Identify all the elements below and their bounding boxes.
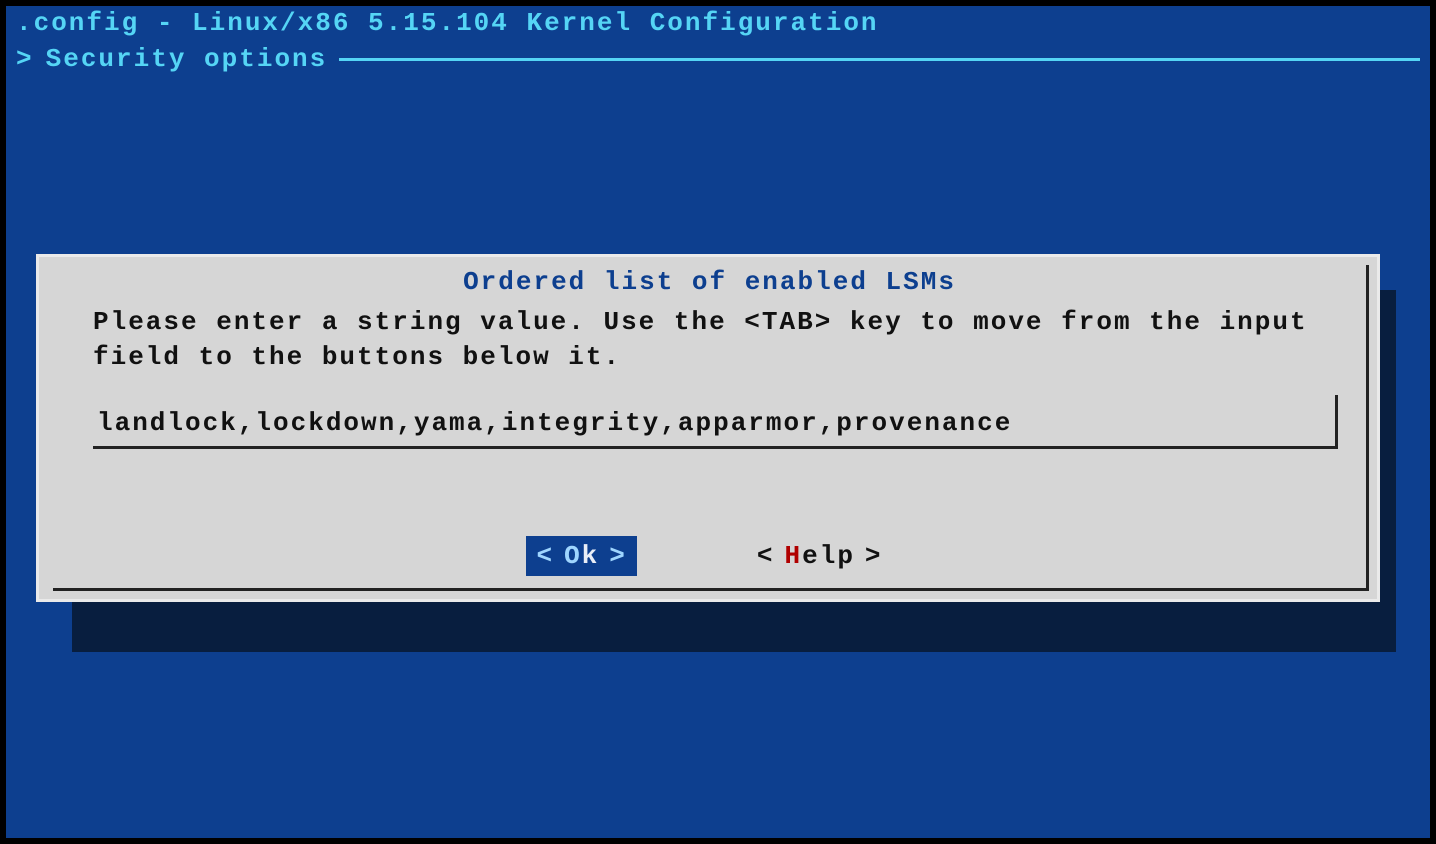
angle-right-icon: > [609,536,627,576]
angle-left-icon: < [757,536,775,576]
dialog-frame: Ordered list of enabled LSMs Please ente… [53,265,1369,591]
help-label-rest: elp [802,541,855,571]
breadcrumb-caret-icon: > [16,44,34,74]
screen-border-right [1430,0,1436,844]
screen-border-top [0,0,1436,6]
screen-border-bottom [0,838,1436,844]
ok-label-rest: k [582,541,600,571]
string-input-dialog: Ordered list of enabled LSMs Please ente… [36,254,1380,602]
angle-left-icon: < [536,536,554,576]
help-button[interactable]: < Help > [747,536,893,576]
ok-hotkey: O [564,541,582,571]
dialog-button-row: < Ok > < Help > [53,543,1366,568]
page-title: .config - Linux/x86 5.15.104 Kernel Conf… [16,8,879,38]
lsm-order-input[interactable] [93,395,1329,446]
breadcrumb: > Security options [16,44,1420,74]
ok-button[interactable]: < Ok > [526,536,636,576]
breadcrumb-divider [339,58,1420,61]
angle-right-icon: > [865,536,883,576]
help-hotkey: H [785,541,803,571]
lsm-input-wrap [93,395,1338,449]
dialog-title: Ordered list of enabled LSMs [53,267,1366,297]
breadcrumb-section: Security options [46,44,328,74]
dialog-instructions: Please enter a string value. Use the <TA… [93,305,1336,375]
screen-border-left [0,0,6,844]
